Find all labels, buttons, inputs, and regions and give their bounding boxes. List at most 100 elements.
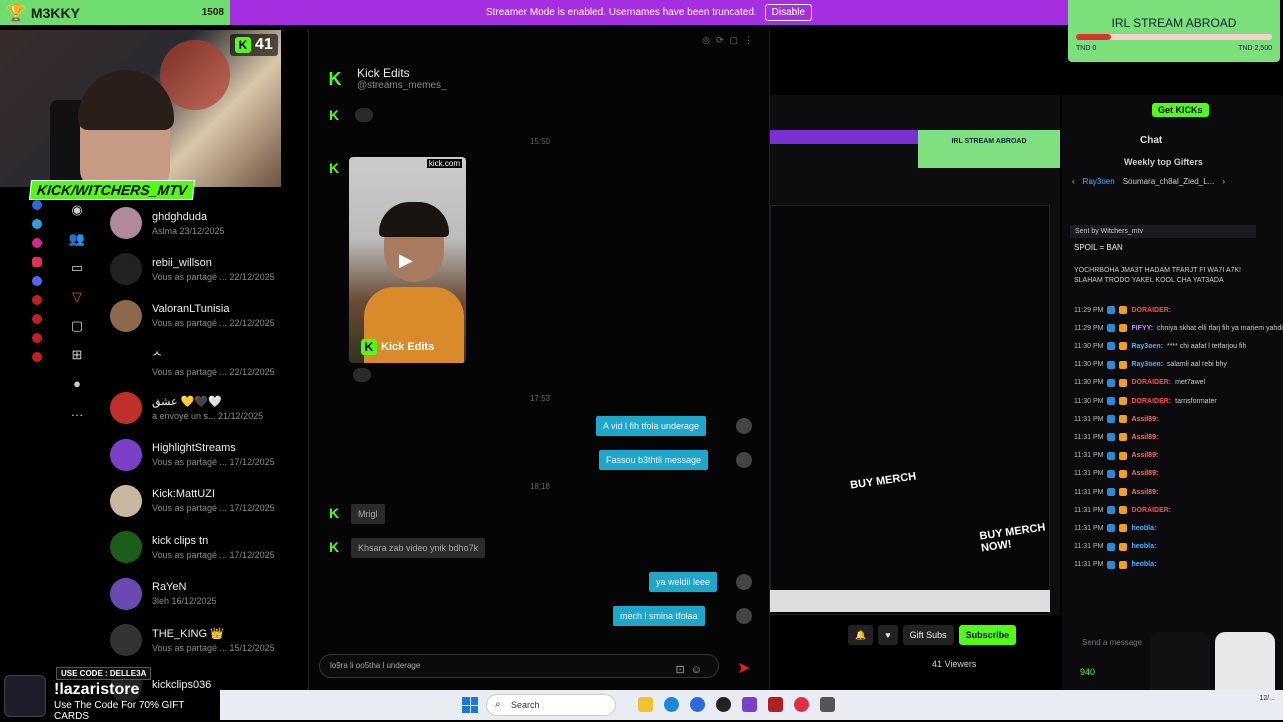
instagram-icon[interactable] <box>32 238 42 248</box>
reaction-emoji[interactable] <box>353 368 371 382</box>
gift-subs-button[interactable]: Gift Subs <box>902 625 954 645</box>
discord-taskbar-icon[interactable] <box>742 697 757 712</box>
chat-message[interactable]: 11:30 PM Ray3oen: **** chi aafat l tetfarj… <box>1074 342 1246 351</box>
conversation-item[interactable]: ghdghduda Aslma 23/12/2025 <box>100 200 300 246</box>
chat-message[interactable]: 11:30 PM DORAIDER: tarnsformater <box>1074 397 1217 405</box>
chat-header[interactable]: K Kick Edits @streams_memes_ <box>323 66 447 91</box>
sender-avatar-icon: K <box>329 505 340 521</box>
message-user[interactable]: Ray3oen: <box>1131 343 1163 350</box>
upload-icon[interactable]: ⊞ <box>72 347 83 363</box>
conversation-item[interactable]: THE_KING 👑 Vous as partagé ... 15/12/2025 <box>100 617 300 663</box>
chat-message[interactable]: 11:30 PM Ray3oen: salamli aal rebi bhy <box>1074 360 1227 369</box>
tiktok-icon[interactable] <box>32 257 42 267</box>
bell-icon[interactable]: 🔔 <box>848 625 874 645</box>
opera-icon[interactable] <box>794 697 809 712</box>
conversation-item[interactable]: rebii_willson Vous as partagé ... 22/12/2… <box>100 246 300 292</box>
message-bubble-in[interactable]: Mrigl <box>351 504 385 524</box>
chat-message[interactable]: 11:30 PM DORAIDER: met7awel <box>1074 378 1205 387</box>
chat-message[interactable]: 11:29 PM FIFYY: chniya skhat elli tfarj fi… <box>1074 324 1283 333</box>
reaction-emoji[interactable] <box>355 108 373 122</box>
discord-icon[interactable] <box>32 276 42 286</box>
message-bubble-in[interactable]: Khsara zab video ynik bdho7k <box>351 538 486 558</box>
chat-message[interactable]: 11:31 PM Assil89: <box>1074 451 1162 460</box>
app-icon-2[interactable] <box>32 314 42 324</box>
conversation-item[interactable]: ValoranLTunisia Vous as partagé ... 22/12… <box>100 293 300 339</box>
chat-toolbar-icons[interactable]: ◎⟳▢⋮ <box>702 35 759 46</box>
avatar-icon[interactable]: ● <box>73 376 81 391</box>
conversation-name: ValoranLTunisia <box>152 303 230 316</box>
conversation-item[interactable]: RaYeN 3leh 16/12/2025 <box>100 570 300 616</box>
file-explorer-icon[interactable] <box>638 697 653 712</box>
chat-message[interactable]: 11:31 PM DORAIDER: <box>1074 506 1175 515</box>
message-user[interactable]: Ray3oen: <box>1131 361 1163 368</box>
windows-start-icon[interactable] <box>462 697 478 713</box>
gifter-2[interactable]: Soumara_ch8al_Zied_L... <box>1123 177 1215 186</box>
app-taskbar-icon-2[interactable] <box>820 697 835 712</box>
message-user[interactable]: DORAIDER: <box>1131 307 1171 314</box>
message-user[interactable]: Assil89: <box>1131 470 1158 477</box>
subscribe-button[interactable]: Subscribe <box>958 625 1017 645</box>
chat-message[interactable]: 11:31 PM heobla: <box>1074 524 1160 533</box>
chat-message[interactable]: 11:31 PM Assil89: <box>1074 488 1162 496</box>
badge-icon <box>1119 324 1128 333</box>
app-icon-4[interactable] <box>32 352 42 362</box>
prev-icon[interactable]: ‹ <box>1072 177 1075 186</box>
chrome-icon[interactable] <box>690 697 705 712</box>
message-input[interactable]: lo9ra li oo5tha l underage ⊡☺ <box>319 654 719 678</box>
message-user[interactable]: Assil89: <box>1131 416 1158 423</box>
chat-input-placeholder[interactable]: Send a message <box>1082 638 1142 647</box>
message-user[interactable]: heobla: <box>1131 543 1156 550</box>
message-user[interactable]: heobla: <box>1131 525 1156 532</box>
chat-message[interactable]: 11:29 PM DORAIDER: <box>1074 306 1175 314</box>
store-logo <box>4 675 46 717</box>
message-user[interactable]: Assil89: <box>1131 452 1158 459</box>
disable-button[interactable]: Disable <box>764 4 813 21</box>
heart-icon[interactable]: ♥ <box>878 625 898 645</box>
shared-video[interactable]: kick.com ▶ K Kick Edits <box>349 157 466 363</box>
chat-message[interactable]: 11:31 PM heobla: <box>1074 560 1160 569</box>
message-bubble-out[interactable]: ya weldii leee <box>649 572 718 592</box>
avatar <box>110 299 142 332</box>
message-user[interactable]: heobla: <box>1131 561 1156 568</box>
send-icon[interactable]: ➤ <box>737 658 750 678</box>
friends-icon[interactable]: 👥 <box>69 231 85 247</box>
conversation-item[interactable]: HighlightStreams Vous as partagé ... 17/1… <box>100 431 300 477</box>
conversation-item[interactable]: kick clips tn Vous as partagé ... 17/12/2… <box>100 524 300 570</box>
app-taskbar-icon[interactable] <box>768 697 783 712</box>
live-icon[interactable]: ▭ <box>71 260 83 276</box>
message-user[interactable]: DORAIDER: <box>1131 379 1171 386</box>
next-icon[interactable]: › <box>1222 177 1225 186</box>
obs-icon[interactable] <box>716 697 731 712</box>
taskbar-search[interactable]: ⌕ Search <box>486 694 616 716</box>
conversation-item[interactable]: Kick:MattUZI Vous as partagé ... 17/12/20… <box>100 478 300 524</box>
message-user[interactable]: DORAIDER: <box>1131 398 1171 405</box>
emoji-icon[interactable]: ⊡☺ <box>676 659 708 681</box>
telegram-icon[interactable] <box>32 219 42 229</box>
messenger-icon[interactable] <box>32 200 42 210</box>
chat-message[interactable]: 11:31 PM Assil89: <box>1074 415 1162 424</box>
explore-icon[interactable]: ▽ <box>72 289 82 305</box>
message-bubble-out[interactable]: mech l smina tfolaa <box>613 606 705 626</box>
message-user[interactable]: DORAIDER: <box>1131 507 1171 514</box>
conversation-item[interactable]: ᄉ Vous as partagé ... 22/12/2025 <box>100 339 300 385</box>
get-kicks-button[interactable]: Get KICKs <box>1152 103 1209 117</box>
app-icon-3[interactable] <box>32 333 42 343</box>
message-bubble-out[interactable]: Fassou b3thtli message <box>599 450 709 470</box>
app-icon-1[interactable] <box>32 295 42 305</box>
profile-icon[interactable]: ◉ <box>71 202 82 218</box>
timestamp: 17:53 <box>529 394 551 403</box>
chat-message[interactable]: 11:31 PM heobla: <box>1074 542 1160 551</box>
banner-message: Streamer Mode is enabled. Usernames have… <box>485 7 757 18</box>
message-user[interactable]: FIFYY: <box>1131 325 1153 332</box>
gifter-1[interactable]: Ray3oen <box>1083 177 1115 186</box>
edge-icon[interactable] <box>664 697 679 712</box>
messages-icon[interactable]: ▢ <box>71 318 83 334</box>
message-user[interactable]: Assil89: <box>1131 434 1158 441</box>
conversation-item[interactable]: عشق 💛🖤🤍 a envoyé un s... 21/12/2025 <box>100 385 300 431</box>
more-icon[interactable]: … <box>71 404 84 419</box>
chat-message[interactable]: 11:31 PM Assil89: <box>1074 433 1162 442</box>
play-icon[interactable]: ▶ <box>399 250 413 271</box>
chat-message[interactable]: 11:31 PM Assil89: <box>1074 469 1162 478</box>
message-bubble-out[interactable]: A vid l fih tfola underage <box>596 416 707 436</box>
message-user[interactable]: Assil89: <box>1131 489 1158 496</box>
